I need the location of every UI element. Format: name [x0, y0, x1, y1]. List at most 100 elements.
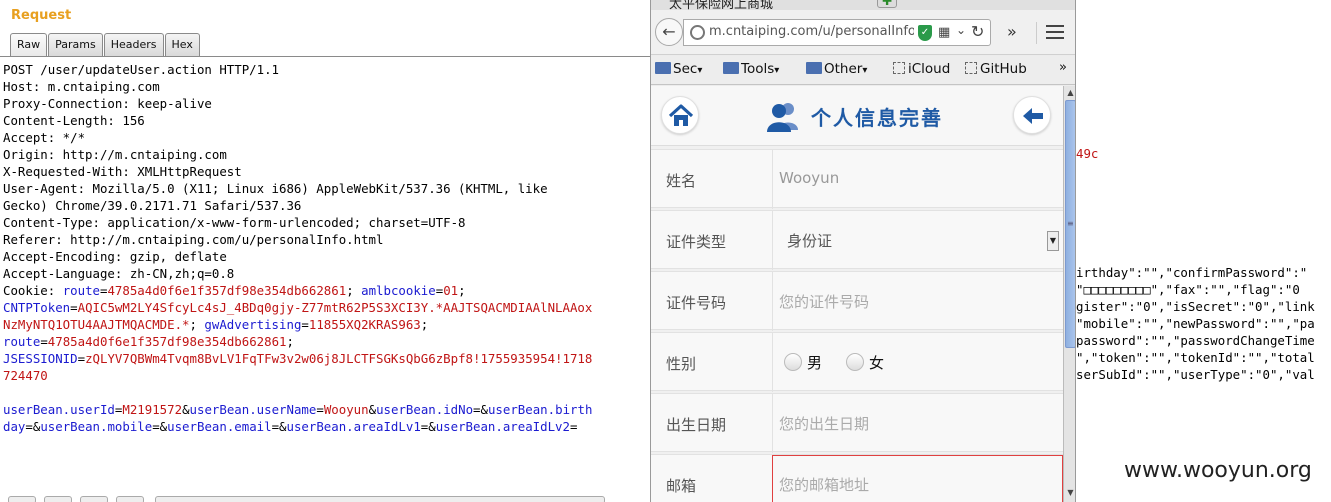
request-line	[3, 384, 648, 401]
request-text: =	[77, 351, 86, 366]
param-value: zQLYV7QBWm4Tvqm8BvLV1FqTFw3v2w06j8JLCTFS…	[85, 351, 593, 366]
param-key: userBean.birth	[487, 402, 593, 417]
home-button[interactable]	[661, 96, 699, 134]
request-text: =	[316, 402, 324, 417]
divider	[772, 211, 773, 270]
gender-female-radio[interactable]	[846, 353, 864, 371]
toolbar-button[interactable]	[80, 496, 108, 502]
response-line: password":"","passwordChangeTime	[1076, 333, 1315, 348]
scroll-down-icon[interactable]: ▼	[1064, 488, 1075, 502]
tab-params[interactable]: Params	[48, 33, 103, 57]
toolbar-button[interactable]	[8, 496, 36, 502]
bookmark-label: GitHub	[980, 61, 1027, 77]
bookmark-folder-other[interactable]: Other▾	[806, 61, 867, 77]
new-tab-icon[interactable]: ✚	[877, 0, 897, 8]
bookmark-folder-sec[interactable]: Sec▾	[655, 61, 702, 77]
request-text: Origin: http://m.cntaiping.com	[3, 147, 227, 162]
gender-male-radio[interactable]	[784, 353, 802, 371]
request-line: JSESSIONID=zQLYV7QBWm4Tvqm8BvLV1FqTFw3v2…	[3, 350, 648, 367]
request-text: =&	[152, 419, 168, 434]
field-label: 性别	[666, 355, 697, 373]
birthday-input[interactable]: 您的出生日期	[779, 413, 869, 434]
request-line: userBean.userId=M2191572&userBean.userNa…	[3, 401, 648, 418]
bookmark-github[interactable]: GitHub	[965, 61, 1027, 77]
select-arrow-icon[interactable]: ▼	[1047, 231, 1059, 251]
name-input[interactable]: Wooyun	[779, 169, 839, 187]
return-button[interactable]	[1013, 96, 1051, 134]
divider	[772, 272, 773, 331]
field-label: 姓名	[666, 172, 697, 190]
request-text: Content-Length: 156	[3, 113, 145, 128]
param-key: userBean.areaIdLv2	[435, 419, 570, 434]
users-icon	[767, 103, 798, 132]
url-text[interactable]: m.cntaiping.com/u/personalInfo	[709, 24, 914, 39]
param-value: AQIC5wM2LY4SfcyLc4sJ_4BDq0gjy-Z77mtR62P5…	[77, 300, 593, 315]
request-line: Referer: http://m.cntaiping.com/u/person…	[3, 231, 648, 248]
response-line: irthday":"","confirmPassword":"	[1076, 265, 1308, 280]
request-line: 724470	[3, 367, 648, 384]
request-text: Accept-Language: zh-CN,zh;q=0.8	[3, 266, 235, 281]
request-text: Referer: http://m.cntaiping.com/u/person…	[3, 232, 384, 247]
bookmark-icloud[interactable]: iCloud	[893, 61, 950, 77]
request-line: Content-Length: 156	[3, 112, 648, 129]
tab-hex[interactable]: Hex	[164, 33, 200, 57]
bookmark-folder-tools[interactable]: Tools▾	[723, 61, 779, 77]
request-line: Accept-Encoding: gzip, deflate	[3, 248, 648, 265]
bookmark-label: Sec	[673, 61, 698, 77]
param-key: CNTPToken	[3, 300, 71, 315]
url-bar[interactable]: m.cntaiping.com/u/personalInfo ✓ ▦ ⌄ ↻	[683, 19, 991, 46]
response-code: 49c	[1076, 146, 1099, 161]
request-line: NzMyNTQ1OTU4AAJTMQACMDE.*; gwAdvertising…	[3, 316, 648, 333]
form-row-id-number: 证件号码 您的证件号码	[651, 271, 1063, 331]
param-key: amlbcookie	[361, 283, 436, 298]
id-number-input[interactable]: 您的证件号码	[779, 291, 869, 312]
search-field[interactable]	[155, 496, 605, 502]
param-key: route	[62, 283, 100, 298]
response-line: serSubId":"","userType":"0","val	[1076, 367, 1315, 382]
bookmarks-overflow-icon[interactable]: »	[1059, 60, 1067, 75]
toolbar-button[interactable]	[116, 496, 144, 502]
qr-code-icon[interactable]: ▦	[938, 25, 954, 41]
request-text: X-Requested-With: XMLHttpRequest	[3, 164, 242, 179]
form-row-birthday: 出生日期 您的出生日期	[651, 393, 1063, 453]
request-pane: Request Raw Params Headers Hex POST /use…	[0, 0, 650, 502]
back-arrow-icon: ←	[662, 22, 676, 41]
request-line: Accept: */*	[3, 129, 648, 146]
reload-icon[interactable]: ↻	[971, 22, 984, 41]
response-line: ","token":"","tokenId":"","total	[1076, 350, 1315, 365]
id-type-select[interactable]: 身份证	[787, 230, 832, 251]
form-row-id-type: 证件类型 身份证 ▼	[651, 210, 1063, 270]
response-pane: 49c irthday":"","confirmPassword":" "□□□…	[1076, 0, 1331, 502]
scrollbar-thumb[interactable]: ≡	[1065, 100, 1075, 348]
menu-icon[interactable]	[1043, 21, 1067, 45]
page-icon	[965, 62, 977, 74]
param-key: userBean.areaIdLv1	[286, 419, 421, 434]
request-text: ;	[420, 317, 429, 332]
request-title: Request	[11, 8, 72, 23]
response-line: gister":"0","isSecret":"0","link	[1076, 299, 1315, 314]
raw-request-editor[interactable]: POST /user/updateUser.action HTTP/1.1 Hos…	[3, 61, 648, 435]
param-key: userBean.idNo	[376, 402, 474, 417]
shield-icon[interactable]: ✓	[918, 25, 932, 41]
back-button[interactable]: ←	[655, 18, 683, 46]
browser-window: 太平保险网上商城 ✚ ← m.cntaiping.com/u/personalI…	[650, 0, 1076, 502]
email-input[interactable]: 您的邮箱地址	[779, 474, 869, 495]
folder-icon	[655, 62, 671, 74]
overflow-chevron-icon[interactable]: »	[1007, 22, 1017, 41]
scroll-up-icon[interactable]: ▲	[1064, 86, 1075, 100]
request-text: POST /user/updateUser.action HTTP/1.1	[3, 62, 280, 77]
grip-icon: ≡	[1067, 219, 1074, 228]
chevron-down-icon[interactable]: ⌄	[956, 23, 966, 37]
toolbar-button[interactable]	[44, 496, 72, 502]
field-label: 出生日期	[666, 416, 727, 434]
request-line: Cookie: route=4785a4d0f6e1f357df98e354db…	[3, 282, 648, 299]
gender-male-label: 男	[807, 354, 823, 372]
param-key: userBean.mobile	[40, 419, 153, 434]
bookmark-label: Tools	[741, 61, 775, 77]
page-scrollbar[interactable]: ▲ ≡ ▼	[1063, 86, 1075, 502]
request-text: User-Agent: Mozilla/5.0 (X11; Linux i686…	[3, 181, 548, 196]
folder-icon	[723, 62, 739, 74]
tab-raw[interactable]: Raw	[10, 33, 48, 57]
tab-headers[interactable]: Headers	[103, 33, 164, 57]
request-text: =	[301, 317, 309, 332]
